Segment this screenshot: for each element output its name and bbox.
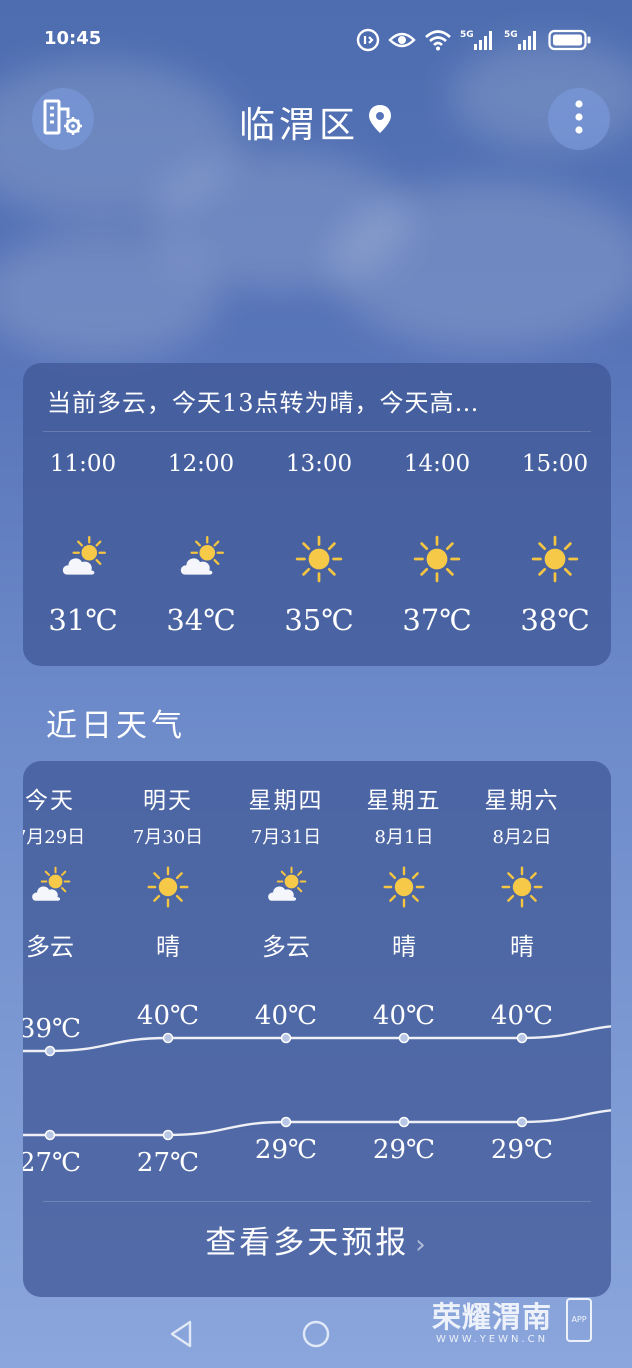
more-vertical-icon [574,99,584,139]
hour-temperature: 35℃ [284,603,354,637]
hour-temperature: 34℃ [166,603,236,637]
high-temperature-label: 39℃ [23,1014,81,1044]
low-temperature-point [162,1129,174,1141]
network-type-label: 5G [460,30,474,40]
low-temperature-point [398,1116,410,1128]
battery-icon [548,29,592,51]
high-temperature-point [162,1032,174,1044]
low-temperature-label: 29℃ [373,1135,435,1165]
hour-time: 13:00 [285,451,353,477]
low-temperature-label: 27℃ [23,1148,81,1178]
watermark-domain: WWW.YEWN.CN [436,1334,549,1345]
hourly-item: 14:00 37℃ [378,451,496,637]
high-temperature-label: 40℃ [255,1001,317,1031]
eye-comfort-icon [388,30,416,50]
signal-icon: 5G [460,28,496,52]
divider [43,431,591,432]
high-temperature-point [280,1032,292,1044]
partly-cloudy-icon [142,533,260,589]
view-multi-day-forecast-button[interactable]: 查看多天预报 › [23,1217,611,1262]
partly-cloudy-icon [24,533,142,589]
low-temperature-point [44,1129,56,1141]
watermark-app-badge: APP [566,1298,592,1342]
back-icon[interactable] [166,1318,198,1354]
network-type-label-2: 5G [504,30,518,40]
high-temperature-point [398,1032,410,1044]
low-temperature-point [280,1116,292,1128]
low-temperature-label: 27℃ [137,1148,199,1178]
signal-icon-2: 5G [504,28,540,52]
home-icon[interactable] [300,1318,332,1354]
low-temperature-point [516,1116,528,1128]
chevron-right-icon: › [415,1230,429,1260]
hourly-item: 12:00 34℃ [142,451,260,637]
city-name: 临渭区 [238,105,359,146]
data-saver-icon [356,28,380,52]
high-temperature-label: 40℃ [137,1001,199,1031]
hourly-item: 13:00 35℃ [260,451,378,637]
wifi-icon [424,29,452,51]
hour-time: 14:00 [403,451,471,477]
hour-temperature: 31℃ [48,603,118,637]
status-bar: 10:45 5G 5G [0,0,632,80]
weather-summary: 当前多云，今天13点转为晴，今天高… [47,389,480,417]
low-temperature-label: 29℃ [255,1135,317,1165]
hour-temperature: 38℃ [520,603,590,637]
hour-time: 15:00 [521,451,589,477]
sunny-icon [378,533,496,589]
hour-time: 12:00 [167,451,235,477]
daily-forecast-card[interactable]: 今天 7月29日 多云明天 7月30日 晴星期四 7月31日 多云星期五 8月1… [23,761,611,1297]
city-title[interactable]: 临渭区 [0,96,632,148]
hourly-forecast-card[interactable]: 当前多云，今天13点转为晴，今天高… 11:00 31℃ 12:00 34℃ 13:… [23,363,611,666]
high-temperature-point [516,1032,528,1044]
sunny-icon [260,533,378,589]
sunny-icon [496,533,614,589]
watermark: 荣耀渭南 WWW.YEWN.CN APP [432,1294,592,1345]
hour-time: 11:00 [49,451,117,477]
watermark-brand: 荣耀渭南 [432,1300,553,1334]
high-temperature-label: 40℃ [373,1001,435,1031]
hourly-item: 15:00 38℃ [496,451,614,637]
high-temperature-label: 40℃ [491,1001,553,1031]
divider [43,1201,591,1202]
hourly-item: 11:00 31℃ [24,451,142,637]
hour-temperature: 37℃ [402,603,472,637]
location-pin-icon [367,102,393,143]
more-menu-button[interactable] [548,88,610,150]
more-label: 查看多天预报 [205,1225,410,1261]
high-temperature-point [44,1045,56,1057]
status-time: 10:45 [44,28,102,49]
low-temperature-label: 29℃ [491,1135,553,1165]
recent-weather-title: 近日天气 [46,708,186,744]
